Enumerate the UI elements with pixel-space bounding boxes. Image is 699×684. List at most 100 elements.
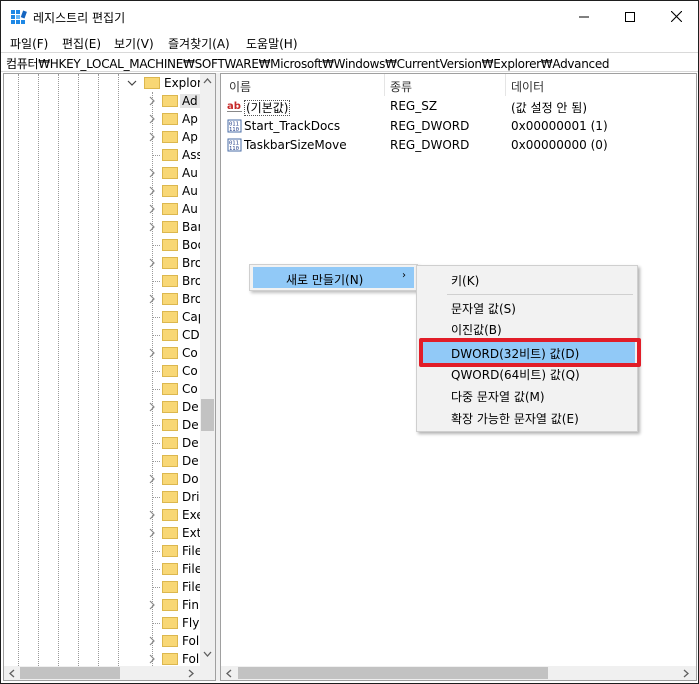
list-row[interactable]: 011 110 TaskbarSizeMove REG_DWORD 0x0000… xyxy=(221,136,696,155)
tree-item[interactable]: Ad xyxy=(4,92,200,110)
scrollbar-thumb[interactable] xyxy=(238,667,548,679)
tree-item[interactable]: Ass xyxy=(4,146,203,164)
chevron-right-icon[interactable] xyxy=(147,185,157,197)
tree-item-label: Ap xyxy=(182,112,198,126)
chevron-right-icon[interactable] xyxy=(147,95,157,107)
menu-item-new-label[interactable]: 새로 만들기(N) xyxy=(286,271,363,288)
column-divider[interactable] xyxy=(505,74,506,96)
chevron-right-icon[interactable] xyxy=(147,635,157,647)
tree-item-explorer[interactable]: Explorer xyxy=(4,74,214,92)
chevron-right-icon[interactable] xyxy=(147,347,157,359)
menu-file[interactable]: 파일(F) xyxy=(10,35,48,52)
chevron-right-icon[interactable] xyxy=(147,167,157,179)
tree-item[interactable]: Bro xyxy=(4,272,202,290)
tree-item[interactable]: Co xyxy=(4,362,200,380)
scroll-up-icon[interactable] xyxy=(203,77,212,84)
list-row[interactable]: 011 110 Start_TrackDocs REG_DWORD 0x0000… xyxy=(221,117,696,136)
tree-vertical-scrollbar[interactable] xyxy=(200,74,215,666)
maximize-button[interactable] xyxy=(607,1,653,32)
tree-item-label: Co xyxy=(182,364,198,378)
tree-item-label: Dri xyxy=(182,490,200,504)
scrollbar-thumb[interactable] xyxy=(201,399,214,431)
chevron-right-icon[interactable] xyxy=(147,473,157,485)
chevron-down-icon[interactable] xyxy=(127,77,137,89)
tree-item[interactable]: Ext xyxy=(4,524,202,542)
tree-item[interactable]: File xyxy=(4,542,202,560)
tree-item[interactable]: Dri xyxy=(4,488,200,506)
chevron-right-icon[interactable] xyxy=(147,599,157,611)
tree-item[interactable]: Co xyxy=(4,344,200,362)
submenu-item-expandable-string-value[interactable]: 확장 가능한 문자열 값(E) xyxy=(419,407,635,428)
menu-favorites[interactable]: 즐겨찾기(A) xyxy=(168,35,230,52)
scrollbar-thumb[interactable] xyxy=(20,667,120,679)
list-row[interactable]: ab (기본값) REG_SZ (값 설정 안 됨) xyxy=(221,97,696,116)
menu-bar: 파일(F) 편집(E) 보기(V) 즐겨찾기(A) 도움말(H) xyxy=(1,32,698,52)
address-bar[interactable]: 컴퓨터₩HKEY_LOCAL_MACHINE₩SOFTWARE₩Microsof… xyxy=(1,52,698,72)
folder-icon xyxy=(162,617,178,629)
tree-item[interactable]: Ap xyxy=(4,128,200,146)
tree-item[interactable]: Au xyxy=(4,182,200,200)
chevron-right-icon[interactable] xyxy=(147,509,157,521)
chevron-right-icon[interactable] xyxy=(147,257,157,269)
tree-item[interactable]: De xyxy=(4,434,200,452)
chevron-right-icon[interactable] xyxy=(147,401,157,413)
menu-separator xyxy=(447,294,633,295)
tree-item[interactable]: Bar xyxy=(4,218,203,236)
folder-icon xyxy=(144,77,160,89)
tree-connector xyxy=(152,425,160,426)
scroll-right-icon[interactable] xyxy=(683,669,690,678)
submenu-item-key[interactable]: 키(K) xyxy=(419,269,635,290)
column-divider[interactable] xyxy=(384,74,385,96)
menu-help[interactable]: 도움말(H) xyxy=(246,35,298,52)
column-header-data[interactable]: 데이터 xyxy=(511,78,544,95)
tree-item[interactable]: Fin xyxy=(4,596,200,614)
tree-item-label: Ext xyxy=(182,526,202,540)
menu-view[interactable]: 보기(V) xyxy=(114,35,154,52)
tree-item-label: Au xyxy=(182,202,198,216)
chevron-right-icon[interactable] xyxy=(147,527,157,539)
scroll-left-icon[interactable] xyxy=(225,669,232,678)
address-path[interactable]: 컴퓨터₩HKEY_LOCAL_MACHINE₩SOFTWARE₩Microsof… xyxy=(6,55,610,72)
tree-item[interactable]: Do xyxy=(4,470,200,488)
column-header-name[interactable]: 이름 xyxy=(229,78,251,95)
tree-item[interactable]: Fol xyxy=(4,632,200,650)
tree-item[interactable]: Au xyxy=(4,200,200,218)
submenu-item-binary-value[interactable]: 이진값(B) xyxy=(419,318,635,339)
tree-item[interactable]: Cap xyxy=(4,308,205,326)
scroll-down-icon[interactable] xyxy=(203,651,212,658)
svg-text:110: 110 xyxy=(229,146,239,152)
tree-item[interactable]: Bro xyxy=(4,254,202,272)
folder-icon xyxy=(162,185,178,197)
chevron-right-icon[interactable] xyxy=(147,203,157,215)
chevron-right-icon[interactable] xyxy=(147,653,157,665)
scroll-left-icon[interactable] xyxy=(8,669,15,678)
tree-item[interactable]: File xyxy=(4,560,202,578)
tree-horizontal-scrollbar[interactable] xyxy=(4,666,200,680)
tree-item[interactable]: De xyxy=(4,452,200,470)
tree-item[interactable]: Au xyxy=(4,164,200,182)
tree-item[interactable]: Boo xyxy=(4,236,205,254)
tree-item[interactable]: De xyxy=(4,398,200,416)
chevron-right-icon[interactable] xyxy=(147,131,157,143)
values-horizontal-scrollbar[interactable] xyxy=(221,666,696,680)
submenu-item-multi-string-value[interactable]: 다중 문자열 값(M) xyxy=(419,385,635,406)
tree-item[interactable]: Bro xyxy=(4,290,202,308)
close-button[interactable] xyxy=(653,1,699,32)
chevron-right-icon[interactable] xyxy=(147,293,157,305)
tree-pane[interactable]: Explorer Ad Ap Ap Ass Au Au Au Bar Boo Bro Bro Bro C… xyxy=(3,73,216,681)
tree-item[interactable]: Ap xyxy=(4,110,200,128)
column-header-type[interactable]: 종류 xyxy=(390,78,412,95)
tree-item[interactable]: Fly xyxy=(4,614,200,632)
tree-item[interactable]: Exe xyxy=(4,506,204,524)
chevron-right-icon[interactable] xyxy=(147,221,157,233)
menu-edit[interactable]: 편집(E) xyxy=(62,35,101,52)
tree-item[interactable]: CD xyxy=(4,326,200,344)
tree-item[interactable]: Co xyxy=(4,380,200,398)
tree-item[interactable]: De xyxy=(4,416,200,434)
chevron-right-icon: › xyxy=(402,270,406,281)
minimize-button[interactable] xyxy=(561,1,607,32)
tree-item[interactable]: File xyxy=(4,578,202,596)
chevron-right-icon[interactable] xyxy=(147,113,157,125)
scroll-right-icon[interactable] xyxy=(188,669,195,678)
submenu-item-string-value[interactable]: 문자열 값(S) xyxy=(419,297,635,318)
